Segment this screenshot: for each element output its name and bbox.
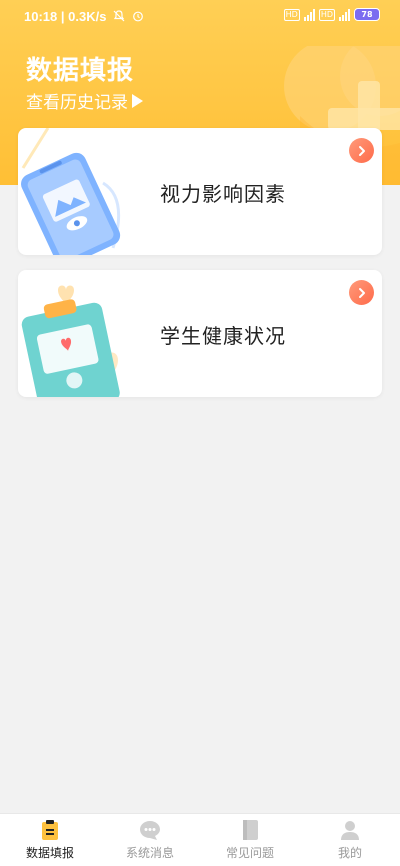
play-arrow-icon [132, 93, 143, 108]
card-label: 视力影响因素 [160, 182, 286, 206]
status-time: 10:18 [24, 9, 58, 24]
hd-icon: HD [283, 8, 300, 21]
bottom-tab-bar: 数据填报 系统消息 常见问题 我的 [0, 813, 400, 866]
chat-bubble-icon [140, 821, 160, 840]
tab-label: 常见问题 [225, 846, 274, 860]
user-icon [341, 821, 359, 840]
tab-data-report[interactable]: 数据填报 [0, 814, 100, 866]
signal-icon [303, 8, 315, 21]
tab-label: 系统消息 [125, 846, 174, 860]
chevron-right-icon[interactable] [349, 138, 374, 163]
status-right: HD HD 78 [283, 8, 380, 21]
history-link-label: 查看历史记录 [26, 93, 128, 113]
history-link[interactable]: 查看历史记录 [26, 88, 143, 113]
tab-label: 数据填报 [25, 846, 74, 860]
book-icon [243, 820, 258, 840]
phone-eye-illustration-icon [21, 128, 121, 255]
signal-icon [339, 8, 350, 21]
alarm-icon [132, 11, 143, 22]
card-label: 学生健康状况 [160, 324, 286, 348]
clipboard-icon [42, 820, 58, 840]
status-left: 10:18 | 0.3K/s [24, 9, 144, 24]
mute-icon [113, 10, 125, 22]
tab-label: 我的 [337, 846, 362, 860]
clipboard-heart-illustration-icon [21, 285, 120, 397]
battery-icon: 78 [354, 8, 380, 21]
hd-icon: HD [318, 8, 335, 21]
tab-system-messages[interactable]: 系统消息 [100, 814, 200, 866]
tab-mine[interactable]: 我的 [300, 814, 400, 866]
status-bar: 10:18 | 0.3K/s HD HD 78 [0, 0, 400, 34]
page-title: 数据填报 [26, 56, 135, 86]
card-student-health[interactable]: 学生健康状况 [18, 270, 382, 397]
chevron-right-icon[interactable] [349, 280, 374, 305]
card-vision-factors[interactable]: 视力影响因素 [18, 128, 382, 255]
status-speed: 0.3K/s [68, 9, 107, 24]
tab-faq[interactable]: 常见问题 [200, 814, 300, 866]
